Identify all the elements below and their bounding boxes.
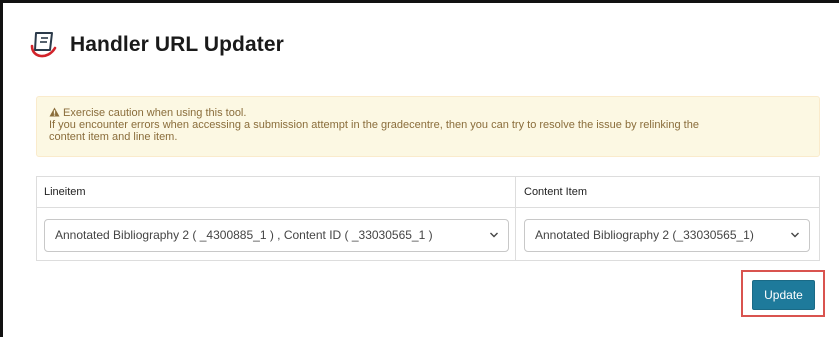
column-divider [515, 177, 516, 260]
alert-heading-line: Exercise caution when using this tool. [49, 107, 807, 119]
alert-body-text-continued: content item and line item. [49, 131, 178, 143]
alert-body-text: If you encounter errors when accessing a… [49, 119, 699, 131]
chevron-down-icon [490, 232, 498, 238]
content-item-select-value: Annotated Bibliography 2 (_33030565_1) [535, 228, 754, 242]
caution-alert: Exercise caution when using this tool. I… [36, 96, 820, 157]
relink-table: Lineitem Content Item Annotated Bibliogr… [36, 176, 820, 261]
content-item-select[interactable]: Annotated Bibliography 2 (_33030565_1) [524, 219, 810, 252]
turnitin-logo-icon [30, 32, 57, 58]
chevron-down-icon [791, 232, 799, 238]
page-header: Handler URL Updater [28, 25, 284, 65]
lineitem-select[interactable]: Annotated Bibliography 2 ( _4300885_1 ) … [44, 219, 509, 252]
alert-caution-text: Exercise caution when using this tool. [63, 107, 247, 119]
lineitem-select-value: Annotated Bibliography 2 ( _4300885_1 ) … [55, 228, 433, 242]
content-item-column-header: Content Item [524, 186, 587, 198]
warning-triangle-icon [49, 107, 60, 117]
header-row-divider [37, 207, 819, 208]
page-title: Handler URL Updater [70, 33, 284, 56]
lineitem-column-header: Lineitem [44, 186, 86, 198]
update-button[interactable]: Update [752, 280, 815, 310]
